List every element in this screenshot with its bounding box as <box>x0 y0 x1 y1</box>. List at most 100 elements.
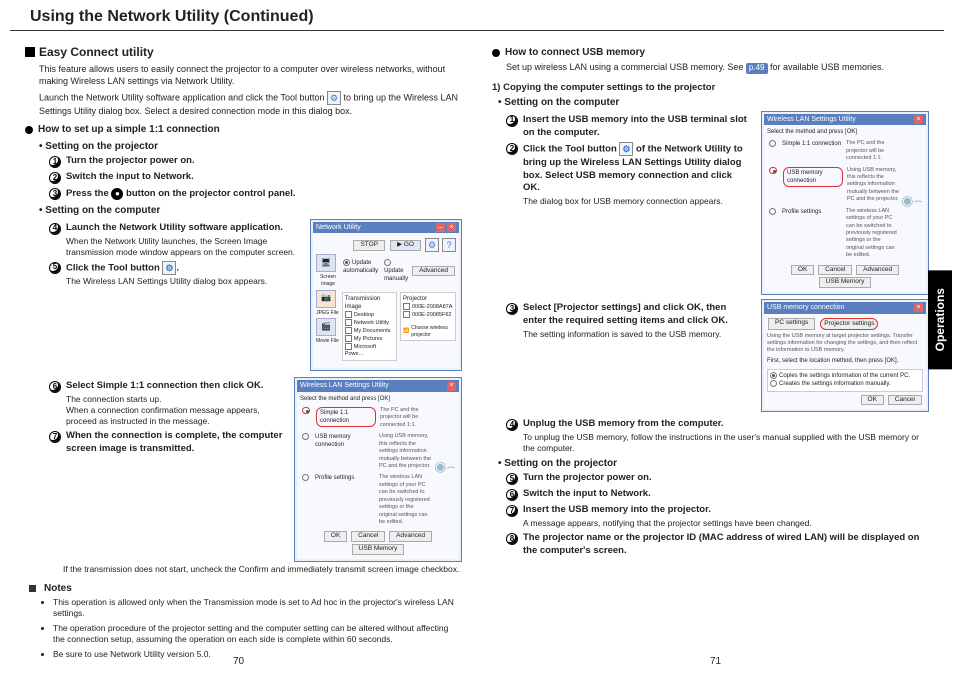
num-badge-7: 7 <box>49 431 61 443</box>
figure-wlan-settings-1: Wireless LAN Settings Utility× Select th… <box>294 377 462 561</box>
r-step-6: 6Switch the input to Network. <box>506 488 929 501</box>
num-badge-1: 1 <box>49 156 61 168</box>
intro-text: This feature allows users to easily conn… <box>39 63 462 87</box>
stop-button: STOP <box>353 240 385 251</box>
wireless-icon: 📶 <box>403 328 409 335</box>
radio-simple-11 <box>302 407 310 414</box>
setting-computer-heading: • Setting on the computer <box>39 205 462 216</box>
advanced-button: Advanced <box>412 266 455 277</box>
left-column: Easy Connect utility This feature allows… <box>25 41 462 663</box>
num-badge-4: 4 <box>506 419 518 431</box>
num-badge-8: 8 <box>506 533 518 545</box>
cancel-button: Cancel <box>351 531 385 542</box>
step-7-desc: If the transmission does not start, unch… <box>63 564 462 575</box>
tool-icon: ⚙ <box>162 261 176 275</box>
radio-simple-11 <box>769 140 776 147</box>
radio-profile <box>769 208 776 215</box>
page-ref: p.49 <box>746 63 768 74</box>
num-badge-2: 2 <box>49 172 61 184</box>
num-badge-7: 7 <box>506 505 518 517</box>
note-3: Be sure to use Network Utility version 5… <box>53 649 462 660</box>
wifi-icon: ◉⌢ <box>901 138 923 261</box>
cancel-button: Cancel <box>888 395 922 406</box>
easy-connect-heading-text: Easy Connect utility <box>39 45 154 59</box>
close-icon: × <box>447 382 456 391</box>
radio-usb-memory <box>769 167 777 174</box>
page-title: Using the Network Utility (Continued) <box>10 0 944 31</box>
circle-bullet-icon <box>492 49 500 57</box>
step-5: 5 Click the Tool button ⚙. The Wireless … <box>49 261 300 287</box>
intro2-text: Launch the Network Utility software appl… <box>39 91 462 117</box>
jpeg-file-icon: 📷 <box>316 290 336 308</box>
side-tab-operations: Operations <box>928 270 952 369</box>
advanced-button: Advanced <box>856 265 899 276</box>
radio-usb-memory <box>302 433 309 440</box>
pc-settings-tab: PC settings <box>768 318 815 331</box>
num-badge-6: 6 <box>49 381 61 393</box>
figure-network-utility: Network Utility–× STOP ▶ GO ⚙ ? 🖥 Screen… <box>310 219 462 372</box>
square-bullet-icon <box>29 585 36 592</box>
r-step-7: 7 Insert the USB memory into the project… <box>506 504 929 529</box>
figure-wlan-settings-2: Wireless LAN Settings Utility× Select th… <box>761 111 929 295</box>
num-badge-1: 1 <box>506 115 518 127</box>
step-6: 6 Select Simple 1:1 connection then clic… <box>49 380 284 427</box>
tool-icon: ⚙ <box>327 91 341 105</box>
num-badge-3: 3 <box>506 303 518 315</box>
tool-icon: ⚙ <box>619 142 633 156</box>
close-icon: × <box>914 303 923 312</box>
howto-11-heading: How to set up a simple 1:1 connection <box>25 123 462 137</box>
r-setting-projector-heading: • Setting on the projector <box>498 458 929 469</box>
tool-icon: ⚙ <box>425 238 439 252</box>
square-bullet-icon <box>25 47 35 57</box>
panel-button-icon: ● <box>111 188 123 200</box>
page-number-left: 70 <box>233 656 244 667</box>
radio-manual <box>384 259 391 266</box>
r-step-3: 3 Select [Projector settings] and click … <box>506 302 751 340</box>
num-badge-5: 5 <box>506 473 518 485</box>
radio-profile <box>302 474 309 481</box>
advanced-button: Advanced <box>389 531 432 542</box>
usb-intro: Set up wireless LAN using a commercial U… <box>506 61 929 74</box>
r-step-1: 1Insert the USB memory into the USB term… <box>506 114 751 140</box>
num-badge-2: 2 <box>506 143 518 155</box>
minimize-icon: – <box>436 223 445 232</box>
num-badge-6: 6 <box>506 489 518 501</box>
radio-create-manual <box>770 380 777 387</box>
page-number-right: 71 <box>710 656 721 667</box>
close-icon: × <box>447 223 456 232</box>
r-step-2: 2 Click the Tool button ⚙ of the Network… <box>506 142 751 207</box>
step-4: 4 Launch the Network Utility software ap… <box>49 222 300 258</box>
ok-button: OK <box>861 395 884 406</box>
usb-memory-button: USB Memory <box>819 277 872 288</box>
circle-bullet-icon <box>25 126 33 134</box>
screen-image-icon: 🖥 <box>316 254 336 272</box>
close-icon: × <box>914 115 923 124</box>
wifi-icon: ◉⌢ <box>434 405 456 528</box>
easy-connect-heading: Easy Connect utility <box>25 45 462 59</box>
usb-memory-button: USB Memory <box>352 544 405 555</box>
step-3: 3Press the ● button on the projector con… <box>49 187 462 201</box>
r-step-8: 8The projector name or the projector ID … <box>506 532 929 558</box>
go-button: ▶ GO <box>390 240 421 251</box>
movie-file-icon: 🎬 <box>316 318 336 336</box>
help-icon: ? <box>442 238 456 252</box>
ok-button: OK <box>324 531 347 542</box>
note-1: This operation is allowed only when the … <box>53 597 462 620</box>
setting-projector-heading: • Setting on the projector <box>39 141 462 152</box>
copying-heading: 1) Copying the computer settings to the … <box>492 82 929 93</box>
step-2: 2Switch the input to Network. <box>49 171 462 184</box>
radio-auto <box>343 259 350 266</box>
projector-settings-tab: Projector settings <box>820 318 878 331</box>
r-setting-computer-heading: • Setting on the computer <box>498 97 929 108</box>
notes-list: This operation is allowed only when the … <box>39 597 462 660</box>
r-step-5: 5Turn the projector power on. <box>506 472 929 485</box>
num-badge-3: 3 <box>49 188 61 200</box>
figure-usb-memory-connection: USB memory connection× PC settings Proje… <box>761 299 929 412</box>
ok-button: OK <box>791 265 814 276</box>
r-step-4: 4 Unplug the USB memory from the compute… <box>506 418 929 454</box>
step-7: 7 When the connection is complete, the c… <box>49 430 284 456</box>
page-columns: Easy Connect utility This feature allows… <box>0 41 954 663</box>
num-badge-4: 4 <box>49 223 61 235</box>
radio-copy-current <box>770 372 777 379</box>
right-column: How to connect USB memory Set up wireles… <box>492 41 929 663</box>
